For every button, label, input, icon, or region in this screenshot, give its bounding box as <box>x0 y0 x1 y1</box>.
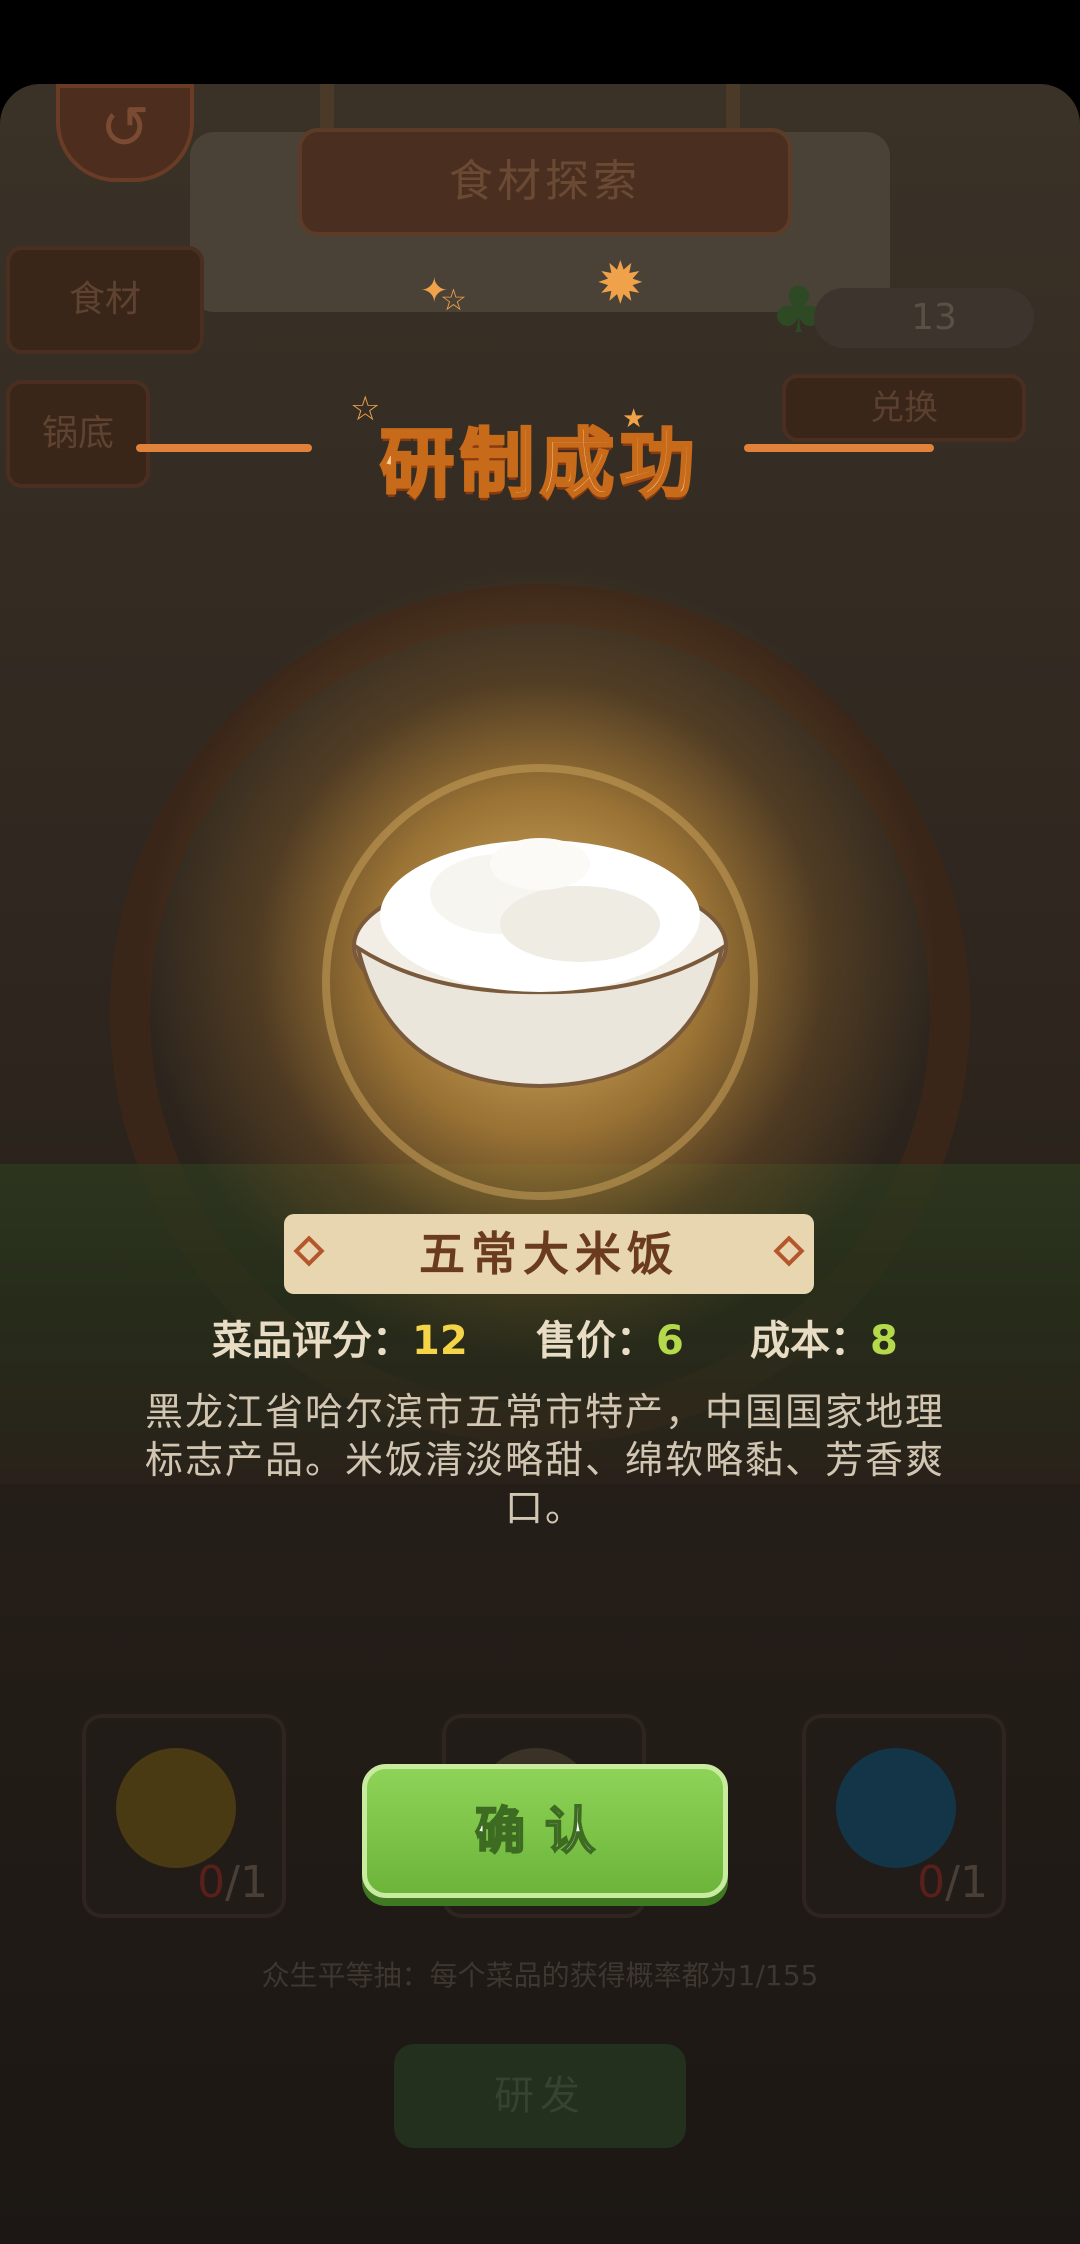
rating-value: 12 <box>412 1318 468 1364</box>
confirm-button[interactable]: 确认 <box>362 1764 728 1898</box>
dish-name-plate: 五常大米饭 <box>284 1214 814 1294</box>
diamond-icon <box>773 1235 805 1267</box>
description-line: 黑龙江省哈尔滨市五常市特产，中国国家地理 <box>144 1390 945 1434</box>
slot-count: 0/1 <box>197 1857 268 1908</box>
probability-note: 众生平等抽：每个菜品的获得概率都为1/155 <box>261 1959 819 1992</box>
price-stat: 售价：6 <box>536 1308 684 1366</box>
slot-count: 0/1 <box>917 1857 988 1908</box>
ingredient-slot[interactable]: 0/1 <box>802 1714 1006 1918</box>
coin-counter: 13 <box>814 288 1034 348</box>
price-value: 6 <box>656 1318 684 1364</box>
back-arrow-icon: ↺ <box>99 93 151 163</box>
cost-value: 8 <box>870 1318 898 1364</box>
description-line: 标志产品。米饭清淡略甜、绵软略黏、芳香爽 <box>144 1438 945 1482</box>
dish-name: 五常大米饭 <box>419 1227 679 1281</box>
rating-stat: 菜品评分：12 <box>212 1308 468 1366</box>
diamond-icon <box>293 1235 325 1267</box>
star-icon: ☆ <box>440 283 467 318</box>
price-label: 售价： <box>536 1318 656 1364</box>
dish-description: 黑龙江省哈尔滨市五常市特产，中国国家地理 标志产品。米饭清淡略甜、绵软略黏、芳香… <box>140 1388 950 1532</box>
rice-bowl-icon <box>352 838 728 1089</box>
sun-icon: ✹ <box>596 249 645 317</box>
description-line: 口。 <box>504 1486 585 1530</box>
ingredient-icon <box>836 1748 956 1868</box>
tab-ingredients[interactable]: 食材 <box>6 246 204 354</box>
success-title: 研制成功 <box>379 420 700 509</box>
ingredient-icon <box>116 1748 236 1868</box>
game-screen: ↺ 食材探索 食材 锅底 ♣ 13 兑换 0/1 0/1 0/1 众生平等抽：每… <box>0 84 1080 2244</box>
back-button[interactable]: ↺ <box>56 84 194 182</box>
ingredient-slot[interactable]: 0/1 <box>82 1714 286 1918</box>
page-title: 食材探索 <box>298 128 792 236</box>
develop-button[interactable]: 研发 <box>394 2044 686 2148</box>
rating-label: 菜品评分： <box>212 1318 412 1364</box>
cost-label: 成本： <box>750 1318 870 1364</box>
cost-stat: 成本：8 <box>750 1308 898 1366</box>
